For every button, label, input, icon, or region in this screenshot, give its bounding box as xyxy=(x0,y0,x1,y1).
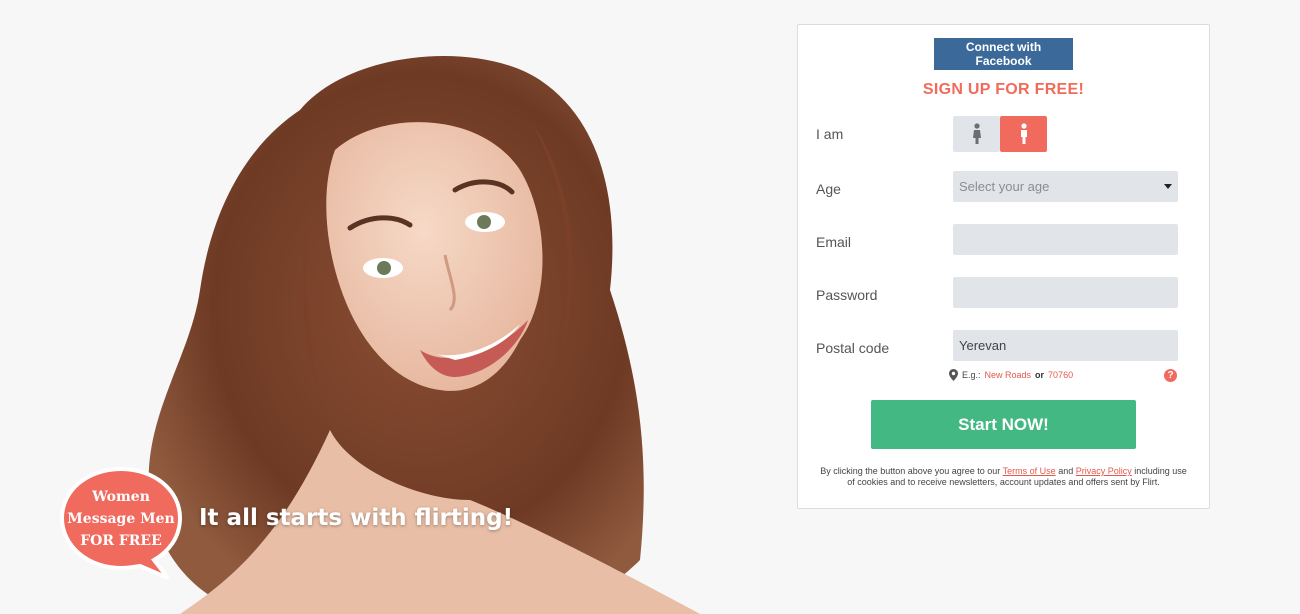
privacy-policy-link[interactable]: Privacy Policy xyxy=(1076,466,1132,476)
badge-line-message-men: Message Men xyxy=(67,511,175,527)
hint-example-city-link[interactable]: New Roads xyxy=(985,370,1032,380)
start-now-button[interactable]: Start NOW! xyxy=(871,400,1136,449)
postal-code-label: Postal code xyxy=(816,340,890,356)
hero-tagline: It all starts with flirting! xyxy=(199,505,514,531)
hint-or: or xyxy=(1035,370,1045,380)
age-label: Age xyxy=(816,181,841,197)
male-icon xyxy=(1020,123,1027,144)
legal-notice: By clicking the button above you agree t… xyxy=(816,466,1191,488)
terms-of-use-link[interactable]: Terms of Use xyxy=(1003,466,1056,476)
badge-line-for-free: FOR FREE xyxy=(80,533,162,549)
signup-panel: Connect with Facebook SIGN UP FOR FREE! … xyxy=(797,24,1210,509)
postal-code-field[interactable] xyxy=(953,330,1178,361)
email-label: Email xyxy=(816,234,852,250)
legal-and: and xyxy=(1058,466,1074,476)
connect-facebook-button[interactable]: Connect with Facebook xyxy=(934,38,1073,70)
badge-text: Women Message Men FOR FREE xyxy=(62,486,180,552)
hint-example-zip-link[interactable]: 70760 xyxy=(1048,370,1073,380)
female-icon xyxy=(972,123,981,144)
hint-prefix: E.g.: xyxy=(962,370,981,380)
legal-text-1: By clicking the button above you agree t… xyxy=(820,466,1001,476)
gender-female-button[interactable] xyxy=(953,116,1000,152)
help-icon[interactable]: ? xyxy=(1164,369,1177,382)
badge-line-women: Women xyxy=(92,489,150,505)
signup-title: SIGN UP FOR FREE! xyxy=(922,81,1085,98)
postal-code-hint: E.g.: New Roads or 70760 xyxy=(949,369,1073,381)
age-select-placeholder: Select your age xyxy=(959,179,1050,194)
gender-selector xyxy=(953,116,1048,153)
map-pin-icon xyxy=(949,369,958,381)
chevron-down-icon xyxy=(1164,184,1172,189)
age-select[interactable]: Select your age xyxy=(953,171,1178,202)
password-label: Password xyxy=(816,287,878,303)
password-field[interactable] xyxy=(953,277,1178,308)
email-field[interactable] xyxy=(953,224,1178,255)
gender-label: I am xyxy=(816,126,844,142)
women-message-men-badge: Women Message Men FOR FREE xyxy=(58,466,184,580)
gender-male-button[interactable] xyxy=(1000,116,1047,152)
